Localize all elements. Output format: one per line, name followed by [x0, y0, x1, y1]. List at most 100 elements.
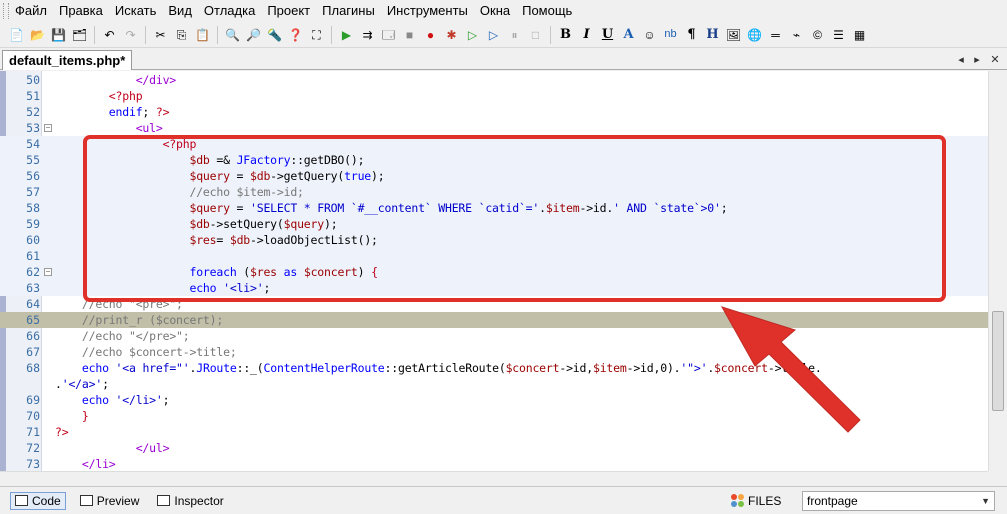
- cut-icon[interactable]: ✂: [151, 25, 170, 44]
- align-icon[interactable]: ☰: [829, 25, 848, 44]
- toolbar-separator: [217, 25, 218, 44]
- fold-toggle-icon[interactable]: −: [44, 268, 52, 276]
- code-token: ->title.: [767, 361, 822, 375]
- menu-item[interactable]: Искать: [109, 0, 163, 22]
- files-button[interactable]: FILES: [730, 493, 781, 508]
- menu-item[interactable]: Проект: [261, 0, 316, 22]
- code-line[interactable]: 50 </div>: [0, 72, 988, 88]
- globe-icon[interactable]: 🌐: [745, 25, 764, 44]
- line-number: 56: [26, 169, 40, 183]
- font-button[interactable]: A: [619, 25, 638, 44]
- menu-item[interactable]: Окна: [474, 0, 516, 22]
- code-line[interactable]: 67 //echo $concert->title;: [0, 344, 988, 360]
- tab-scroll-right-icon[interactable]: ▸: [969, 51, 985, 67]
- code-line[interactable]: .'</a>';: [0, 376, 988, 392]
- find-icon[interactable]: 🔍: [223, 25, 242, 44]
- start-debug-icon[interactable]: ▷: [463, 25, 482, 44]
- save-icon[interactable]: 💾: [49, 25, 68, 44]
- new-file-icon[interactable]: 📄: [7, 25, 26, 44]
- line-number: 58: [26, 201, 40, 215]
- undo-icon[interactable]: ↶: [100, 25, 119, 44]
- horizontal-scrollbar[interactable]: [0, 471, 988, 485]
- code-token: $item: [592, 361, 627, 375]
- menu-item[interactable]: Правка: [53, 0, 109, 22]
- vertical-scrollbar[interactable]: [988, 71, 1007, 471]
- image-icon[interactable]: 🖼: [724, 25, 743, 44]
- find-files-icon[interactable]: 🔎: [244, 25, 263, 44]
- menu-item[interactable]: Помощь: [516, 0, 578, 22]
- preview-tab[interactable]: Preview: [76, 492, 144, 510]
- inspector-tab[interactable]: Inspector: [153, 492, 227, 510]
- menu-item[interactable]: Файл: [9, 0, 53, 22]
- code-line[interactable]: 53− <ul>: [0, 120, 988, 136]
- run-in-browser-icon[interactable]: ⇉: [358, 25, 377, 44]
- italic-button[interactable]: I: [577, 25, 596, 44]
- paste-icon[interactable]: 📋: [193, 25, 212, 44]
- breakpoint-icon[interactable]: ✱: [442, 25, 461, 44]
- code-token: ::getArticleRoute(: [384, 361, 506, 375]
- menu-item[interactable]: Вид: [162, 0, 198, 22]
- record-icon[interactable]: ●: [421, 25, 440, 44]
- step-icon[interactable]: ▷: [484, 25, 503, 44]
- fold-toggle-icon[interactable]: −: [44, 124, 52, 132]
- paragraph-button[interactable]: ¶: [682, 25, 701, 44]
- line-number: 72: [26, 441, 40, 455]
- code-token: ->id,: [559, 361, 593, 375]
- code-line[interactable]: 69 echo '</li>';: [0, 392, 988, 408]
- code-token: ;: [102, 377, 109, 391]
- horizontal-rule-icon[interactable]: ═: [766, 25, 785, 44]
- table-icon[interactable]: ▦: [850, 25, 869, 44]
- tab-default-items[interactable]: default_items.php*: [2, 50, 133, 70]
- nbsp-button[interactable]: nb: [661, 25, 680, 44]
- fullscreen-icon[interactable]: ⛶: [307, 25, 326, 44]
- stop-debug-icon[interactable]: □: [526, 25, 545, 44]
- profile-select[interactable]: frontpage ▼: [802, 491, 995, 511]
- code-view-tab[interactable]: Code: [10, 491, 66, 510]
- code-line[interactable]: 68 echo '<a href="'.JRoute::_(ContentHel…: [0, 360, 988, 376]
- cleanup-icon[interactable]: ⌁: [787, 25, 806, 44]
- close-tab-icon[interactable]: ✕: [987, 51, 1003, 67]
- run-icon[interactable]: ▶: [337, 25, 356, 44]
- stop-icon[interactable]: ■: [400, 25, 419, 44]
- bold-button[interactable]: B: [556, 25, 575, 44]
- help-icon[interactable]: ❓: [286, 25, 305, 44]
- debug-config-icon[interactable]: 🗔: [379, 25, 398, 44]
- tab-scroll-left-icon[interactable]: ◂: [953, 51, 969, 67]
- pause-icon[interactable]: ⏸: [505, 25, 524, 44]
- replace-icon[interactable]: 🔦: [265, 25, 284, 44]
- menu-item[interactable]: Плагины: [316, 0, 381, 22]
- special-chars-icon[interactable]: ©: [808, 25, 827, 44]
- copy-icon[interactable]: ⎘: [172, 25, 191, 44]
- code-line[interactable]: 73 </li>: [0, 456, 988, 471]
- code-line[interactable]: 70 }: [0, 408, 988, 424]
- menu-item[interactable]: Инструменты: [381, 0, 474, 22]
- code-token: '<a href="': [115, 361, 190, 375]
- code-token: '">': [680, 361, 708, 375]
- line-number: 59: [26, 217, 40, 231]
- heading-button[interactable]: H: [703, 25, 722, 44]
- code-line[interactable]: 71 ?>: [0, 424, 988, 440]
- code-line[interactable]: 52 endif; ?>: [0, 104, 988, 120]
- code-line[interactable]: 66 //echo "</pre>";: [0, 328, 988, 344]
- line-number: 67: [26, 345, 40, 359]
- code-line[interactable]: 72 </ul>: [0, 440, 988, 456]
- line-number: 62: [26, 265, 40, 279]
- line-number: 53: [26, 121, 40, 135]
- code-line[interactable]: 65 //print_r ($concert);: [0, 312, 988, 328]
- vertical-scroll-thumb[interactable]: [992, 311, 1004, 411]
- redo-icon[interactable]: ↷: [121, 25, 140, 44]
- code-token: //echo $concert->title;: [81, 345, 237, 359]
- underline-button[interactable]: U: [598, 25, 617, 44]
- save-all-icon[interactable]: 🗂: [70, 25, 89, 44]
- menu-item[interactable]: Отладка: [198, 0, 261, 22]
- code-line[interactable]: 51 <?php: [0, 88, 988, 104]
- smiley-icon[interactable]: ☺: [640, 25, 659, 44]
- line-number: 57: [26, 185, 40, 199]
- code-text: .'</a>';: [55, 376, 109, 392]
- open-folder-icon[interactable]: 📂: [28, 25, 47, 44]
